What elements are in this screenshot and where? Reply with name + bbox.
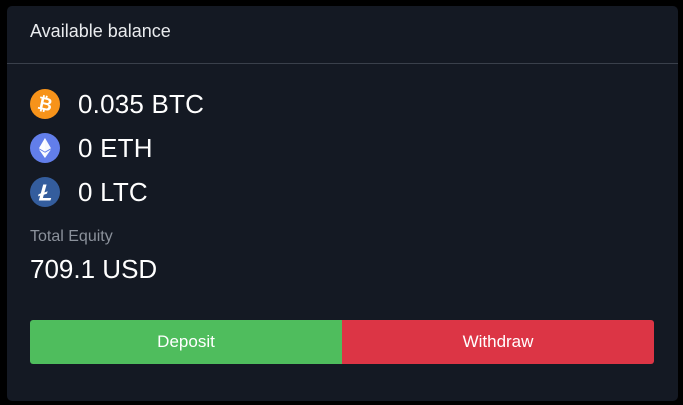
card-header: Available balance (7, 6, 678, 64)
balance-card: Available balance ₿ 0.035 BTC 0 ETH 0 LT… (7, 6, 678, 401)
bitcoin-icon: ₿ (30, 89, 60, 119)
balance-amount: 0 LTC (78, 176, 148, 207)
withdraw-button[interactable]: Withdraw (342, 320, 654, 364)
balance-row-ltc: 0 LTC (30, 170, 204, 214)
ethereum-icon (30, 133, 60, 163)
balance-row-btc: ₿ 0.035 BTC (30, 82, 204, 126)
card-title: Available balance (30, 21, 171, 41)
deposit-button[interactable]: Deposit (30, 320, 342, 364)
balance-row-eth: 0 ETH (30, 126, 204, 170)
balance-amount: 0 ETH (78, 132, 153, 163)
balance-amount: 0.035 BTC (78, 88, 205, 119)
action-buttons: Deposit Withdraw (30, 320, 654, 364)
total-equity-value: 709.1 USD (30, 254, 158, 284)
balance-list: ₿ 0.035 BTC 0 ETH 0 LTC (30, 82, 204, 214)
total-equity-label: Total Equity (30, 228, 113, 245)
svg-text:₿: ₿ (36, 93, 55, 117)
litecoin-icon (30, 177, 60, 207)
